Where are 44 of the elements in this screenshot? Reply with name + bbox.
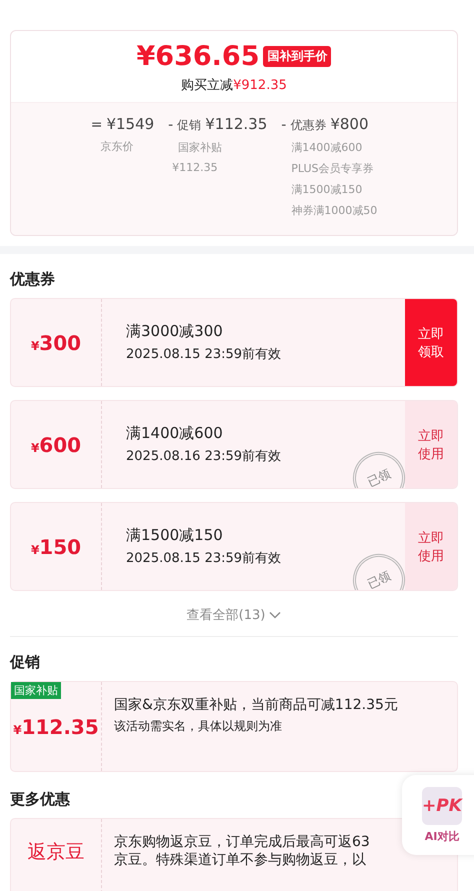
promotion-tag: 国家补贴 (11, 682, 61, 699)
operator-sign: - (168, 117, 174, 133)
section-title: 促销 (10, 653, 40, 672)
breakdown-label: 优惠券 (290, 117, 326, 134)
coupon-rule: 满1500减150 (126, 526, 224, 545)
ai-compare-button[interactable]: +PK AI对比 (402, 775, 474, 855)
view-all-link[interactable]: 查看全部(13) (186, 604, 282, 626)
breakdown-note: ¥112.35 (171, 161, 219, 174)
pk-logo: +PK (422, 786, 462, 824)
offer-text: 京东购物返京豆，订单完成后最高可返63京豆。特殊渠道订单不参与购物返豆，以 (114, 833, 371, 869)
coupon-validity: 2025.08.15 23:59前有效 (126, 550, 282, 567)
saving-amount: ¥912.35 (233, 78, 287, 93)
coupon-rule: 满3000减300 (126, 322, 224, 341)
saving-label: 购买立减 (181, 78, 234, 93)
coupon-validity: 2025.08.15 23:59前有效 (126, 346, 282, 363)
promotion-note: 该活动需实名，具体以规则为准 (114, 718, 283, 735)
breakdown-amount: ¥800 (330, 115, 369, 133)
coupon-amount: ¥600 (30, 432, 82, 456)
breakdown-label: 促销 (177, 117, 202, 134)
coupon-rule: 满1400减600 (126, 424, 224, 443)
coupon-action-button[interactable]: 立即 使用 (405, 503, 457, 590)
breakdown-note: PLUS会员专享券 (290, 161, 375, 176)
coupon-amount: ¥150 (30, 534, 82, 558)
final-price: ¥636.65 (136, 41, 260, 72)
promotion-text: 国家&京东双重补贴，当前商品可减112.35元 (114, 696, 399, 714)
breakdown-note: 满1400减600 (290, 140, 364, 155)
breakdown-note: 神券满1000减50 (290, 203, 378, 218)
breakdown-note: 京东价 (100, 139, 135, 154)
operator-sign: - (281, 117, 286, 133)
price-badge: 国补到手价 (263, 46, 332, 67)
coupon-validity: 2025.08.16 23:59前有效 (126, 448, 282, 465)
promotion-amount: ¥112.35 (13, 714, 99, 738)
offer-label: 返京豆 (28, 840, 84, 865)
breakdown-note: 国家补贴 (177, 140, 224, 155)
coupon-action-button[interactable]: 立即 领取 (405, 299, 457, 386)
section-title: 更多优惠 (10, 790, 70, 809)
breakdown-note: 满1500减150 (290, 182, 364, 197)
operator-sign: = (90, 117, 102, 133)
breakdown-amount: ¥1549 (106, 115, 154, 133)
chevron-down-icon (269, 611, 282, 619)
coupon-action-button[interactable]: 立即 使用 (405, 401, 457, 488)
section-title: 优惠券 (10, 270, 55, 289)
breakdown-amount: ¥112.35 (205, 115, 268, 133)
coupon-amount: ¥300 (30, 330, 82, 354)
